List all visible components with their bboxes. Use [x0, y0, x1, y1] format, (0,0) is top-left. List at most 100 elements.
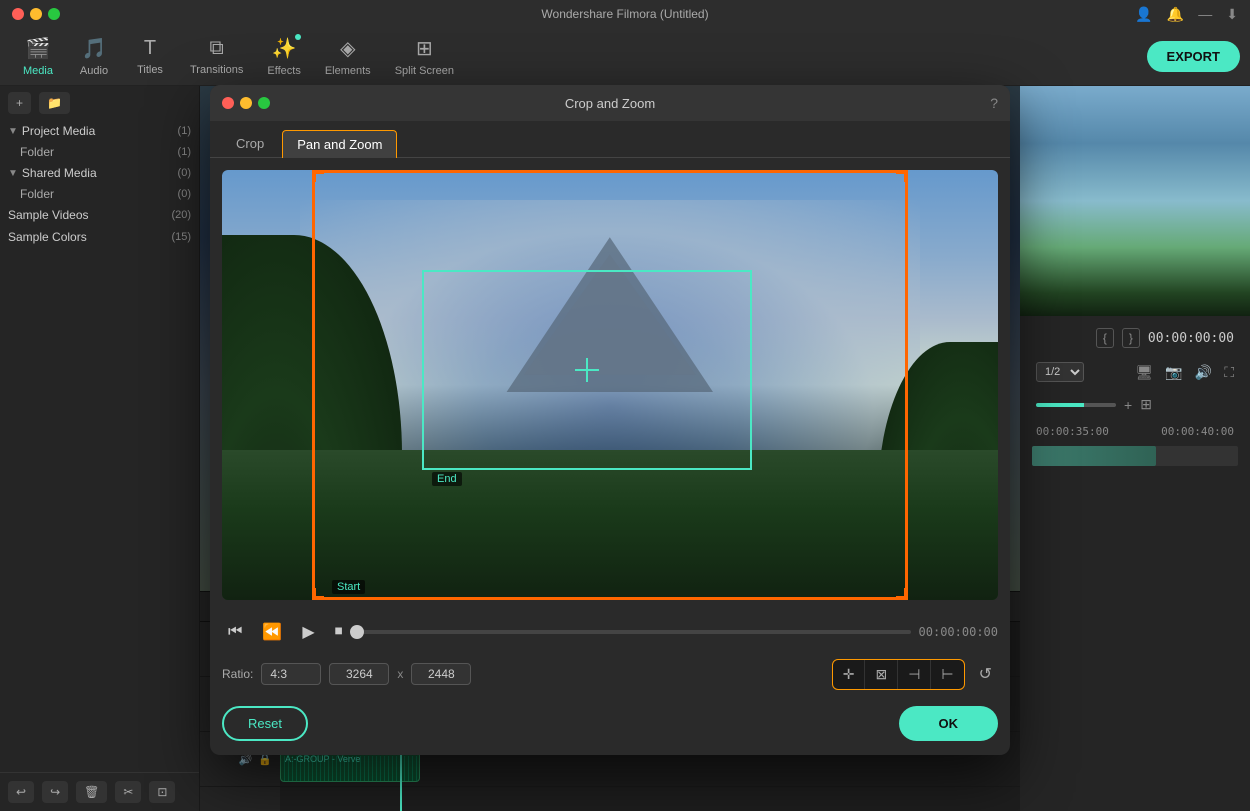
monitor-icon[interactable]: 🖥 — [1136, 364, 1154, 381]
titles-label: Titles — [137, 64, 163, 76]
align-right-btn[interactable]: ⊣ — [898, 660, 931, 689]
volume-slider[interactable] — [1036, 403, 1116, 407]
minimize-button[interactable] — [30, 8, 42, 20]
app-title: Wondershare Filmora (Untitled) — [541, 7, 708, 21]
preview-scene — [1020, 86, 1250, 316]
fullscreen-icon[interactable]: ⛶ — [1224, 364, 1234, 381]
crop-tab-label: Crop — [236, 136, 264, 151]
sidebar-cut-btn[interactable]: ✂ — [115, 781, 141, 803]
toolbar-splitscreen[interactable]: ⊞ Split Screen — [383, 32, 466, 81]
stop-btn[interactable]: ⏹ — [329, 621, 349, 643]
transitions-label: Transitions — [190, 64, 243, 76]
reset-button[interactable]: Reset — [222, 706, 308, 741]
tab-crop[interactable]: Crop — [222, 130, 278, 157]
notification-icon[interactable]: 🔔 — [1167, 6, 1184, 23]
sidebar-delete-btn[interactable]: 🗑 — [76, 781, 107, 803]
elements-label: Elements — [325, 65, 371, 77]
progress-thumb[interactable] — [350, 625, 364, 639]
crop-handle-tl[interactable] — [312, 170, 324, 182]
download-icon[interactable]: ⬇ — [1226, 6, 1238, 23]
pan-zoom-box[interactable]: End — [422, 270, 752, 470]
main-toolbar: 🎬 Media 🎵 Audio T Titles ⧉ Transitions ✨… — [0, 28, 1250, 86]
modal-close-btn[interactable] — [222, 97, 234, 109]
crop-handle-tr[interactable] — [896, 170, 908, 182]
grid-icon[interactable]: ⊞ — [1140, 396, 1152, 413]
sample-videos-label: Sample Videos — [8, 208, 89, 222]
maximize-button[interactable] — [48, 8, 60, 20]
sidebar-item-sample-videos[interactable]: Sample Videos (20) — [0, 204, 199, 226]
quality-select[interactable]: 1/2 Full 1/4 — [1036, 362, 1084, 382]
sidebar-item-folder-2[interactable]: Folder (0) — [0, 184, 199, 204]
window-controls[interactable] — [12, 8, 60, 20]
ratio-label: Ratio: — [222, 667, 253, 681]
effects-icon: ✨ — [272, 36, 297, 61]
sidebar-crop-btn[interactable]: ⊡ — [149, 781, 175, 803]
modal-tabs: Crop Pan and Zoom — [210, 121, 1010, 158]
sidebar-item-folder-1[interactable]: Folder (1) — [0, 142, 199, 162]
camera-icon[interactable]: 📷 — [1165, 364, 1182, 381]
ok-button[interactable]: OK — [899, 706, 999, 741]
toolbar-effects[interactable]: ✨ Effects — [255, 32, 312, 81]
skip-back-btn[interactable]: ⏮ — [222, 621, 248, 643]
step-back-btn[interactable]: ⏪ — [256, 620, 288, 644]
modal-window-controls[interactable] — [222, 97, 270, 109]
expand-arrow: ▼ — [8, 126, 18, 137]
play-btn[interactable]: ▶ — [296, 620, 320, 644]
tab-pan-zoom[interactable]: Pan and Zoom — [282, 130, 397, 158]
toolbar-media[interactable]: 🎬 Media — [10, 32, 66, 81]
time-row: 00:00:35:00 00:00:40:00 — [1028, 423, 1242, 440]
sidebar-item-project-media[interactable]: ▼ Project Media (1) — [0, 120, 199, 142]
sample-videos-count: (20) — [171, 209, 191, 221]
audio-icon: 🎵 — [82, 36, 107, 61]
playback-time: 00:00:00:00 — [919, 625, 998, 639]
ratio-select-wrap: 4:3 16:9 1:1 Custom — [261, 663, 321, 685]
left-sidebar: + 📁 ▼ Project Media (1) Folder (1) ▼ Sha… — [0, 86, 200, 811]
rotate-reset-btn[interactable]: ↺ — [973, 658, 998, 690]
toolbar-audio[interactable]: 🎵 Audio — [66, 32, 122, 81]
align-left-btn[interactable]: ⊢ — [931, 660, 963, 689]
modal-minimize-btn[interactable] — [240, 97, 252, 109]
sidebar-item-shared-media[interactable]: ▼ Shared Media (0) — [0, 162, 199, 184]
volume-plus-icon[interactable]: + — [1124, 397, 1132, 413]
volume-icon[interactable]: 🔊 — [1195, 364, 1212, 381]
shared-media-label: Shared Media — [22, 166, 97, 180]
sidebar-add-btn[interactable]: + — [8, 92, 31, 114]
mark-out-btn[interactable]: } — [1122, 328, 1140, 348]
timecode-display: 00:00:00:00 — [1148, 331, 1234, 346]
modal-maximize-btn[interactable] — [258, 97, 270, 109]
sidebar-bottom: ↩ ↪ 🗑 ✂ ⊡ — [0, 772, 199, 811]
shared-media-count: (0) — [178, 167, 191, 179]
playback-controls: 1/2 Full 1/4 🖥 📷 🔊 ⛶ — [1028, 358, 1242, 386]
mini-timeline[interactable] — [1032, 446, 1238, 466]
center-h-btn[interactable]: ⊠ — [865, 660, 898, 689]
sidebar-folder-btn[interactable]: 📁 — [39, 92, 70, 114]
export-button[interactable]: EXPORT — [1147, 41, 1240, 72]
account-icon[interactable]: 👤 — [1135, 6, 1152, 23]
crop-zoom-modal[interactable]: Crop and Zoom ? Crop Pan and Zoom — [210, 85, 1010, 755]
crop-handle-bl[interactable] — [312, 588, 324, 600]
effects-label: Effects — [267, 65, 300, 77]
sidebar-redo-btn[interactable]: ↪ — [42, 781, 68, 803]
toolbar-elements[interactable]: ◈ Elements — [313, 32, 383, 81]
folder-1-count: (1) — [178, 146, 191, 158]
pan-zoom-tab-label: Pan and Zoom — [297, 137, 382, 152]
width-input[interactable] — [329, 663, 389, 685]
toolbar-transitions[interactable]: ⧉ Transitions — [178, 33, 255, 80]
sidebar-undo-btn[interactable]: ↩ — [8, 781, 34, 803]
progress-bar[interactable] — [357, 630, 911, 634]
quality-dropdown[interactable]: 1/2 Full 1/4 — [1036, 362, 1084, 382]
height-input[interactable] — [411, 663, 471, 685]
crop-handle-br[interactable] — [896, 588, 908, 600]
center-both-btn[interactable]: ✛ — [833, 660, 866, 689]
folder-2-count: (0) — [178, 188, 191, 200]
modal-title: Crop and Zoom — [565, 96, 655, 111]
toolbar-titles[interactable]: T Titles — [122, 33, 178, 80]
sidebar-item-sample-colors[interactable]: Sample Colors (15) — [0, 226, 199, 248]
mark-in-btn[interactable]: { — [1096, 328, 1114, 348]
window-minimize-icon[interactable]: — — [1198, 6, 1212, 22]
volume-row: + ⊞ — [1028, 392, 1242, 417]
modal-help-btn[interactable]: ? — [990, 95, 998, 111]
splitscreen-icon: ⊞ — [416, 36, 433, 61]
ratio-select[interactable]: 4:3 16:9 1:1 Custom — [261, 663, 321, 685]
close-button[interactable] — [12, 8, 24, 20]
